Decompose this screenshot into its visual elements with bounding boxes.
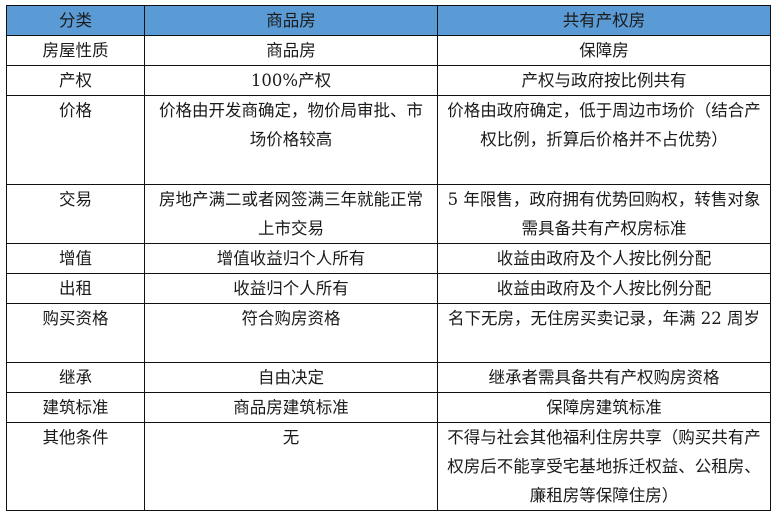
shared-cell: 保障房建筑标准 — [437, 392, 771, 423]
header-category: 分类 — [6, 5, 145, 36]
table-row: 房屋性质 商品房 保障房 — [6, 35, 771, 66]
table-row: 其他条件 无 不得与社会其他福利住房共享（购买共有产权房后不能享受宅基地拆迁权益… — [6, 422, 771, 511]
table-row: 继承 自由决定 继承者需具备共有产权购房资格 — [6, 362, 771, 393]
row-category: 房屋性质 — [6, 35, 145, 66]
shared-cell: 产权与政府按比例共有 — [437, 65, 771, 96]
table-header: 分类 商品房 共有产权房 — [6, 5, 771, 36]
table-body: 房屋性质 商品房 保障房 产权 100%产权 产权与政府按比例共有 价格 价格由… — [6, 35, 771, 511]
shared-cell: 5 年限售，政府拥有优势回购权，转售对象需具备共有产权房标准 — [437, 184, 771, 244]
shared-cell: 价格由政府确定，低于周边市场价（结合产权比例，折算后价格并不占优势） — [437, 95, 771, 185]
header-shared-ownership-housing: 共有产权房 — [437, 5, 771, 36]
commercial-cell: 收益归个人所有 — [144, 273, 438, 304]
commercial-cell: 商品房建筑标准 — [144, 392, 438, 423]
commercial-cell: 100%产权 — [144, 65, 438, 96]
shared-cell: 保障房 — [437, 35, 771, 66]
table-row: 增值 增值收益归个人所有 收益由政府及个人按比例分配 — [6, 243, 771, 274]
row-category: 价格 — [6, 95, 145, 185]
shared-cell: 继承者需具备共有产权购房资格 — [437, 362, 771, 393]
row-category: 增值 — [6, 243, 145, 274]
commercial-cell: 商品房 — [144, 35, 438, 66]
shared-cell: 名下无房，无住房买卖记录，年满 22 周岁 — [437, 303, 771, 363]
table-row: 建筑标准 商品房建筑标准 保障房建筑标准 — [6, 392, 771, 423]
commercial-cell: 无 — [144, 422, 438, 511]
comparison-table: 分类 商品房 共有产权房 房屋性质 商品房 保障房 产权 100%产权 产权与政… — [6, 5, 771, 511]
commercial-cell: 房地产满二或者网签满三年就能正常上市交易 — [144, 184, 438, 244]
shared-cell: 收益由政府及个人按比例分配 — [437, 243, 771, 274]
row-category: 建筑标准 — [6, 392, 145, 423]
table-row: 购买资格 符合购房资格 名下无房，无住房买卖记录，年满 22 周岁 — [6, 303, 771, 363]
commercial-cell: 自由决定 — [144, 362, 438, 393]
row-category: 继承 — [6, 362, 145, 393]
header-row: 分类 商品房 共有产权房 — [6, 5, 771, 36]
row-category: 产权 — [6, 65, 145, 96]
commercial-cell: 增值收益归个人所有 — [144, 243, 438, 274]
table-row: 交易 房地产满二或者网签满三年就能正常上市交易 5 年限售，政府拥有优势回购权，… — [6, 184, 771, 244]
row-category: 出租 — [6, 273, 145, 304]
shared-cell: 收益由政府及个人按比例分配 — [437, 273, 771, 304]
commercial-cell: 符合购房资格 — [144, 303, 438, 363]
row-category: 购买资格 — [6, 303, 145, 363]
row-category: 交易 — [6, 184, 145, 244]
header-commercial-housing: 商品房 — [144, 5, 438, 36]
table-row: 产权 100%产权 产权与政府按比例共有 — [6, 65, 771, 96]
shared-cell: 不得与社会其他福利住房共享（购买共有产权房后不能享受宅基地拆迁权益、公租房、廉租… — [437, 422, 771, 511]
commercial-cell: 价格由开发商确定，物价局审批、市场价格较高 — [144, 95, 438, 185]
table-row: 价格 价格由开发商确定，物价局审批、市场价格较高 价格由政府确定，低于周边市场价… — [6, 95, 771, 185]
table-row: 出租 收益归个人所有 收益由政府及个人按比例分配 — [6, 273, 771, 304]
row-category: 其他条件 — [6, 422, 145, 511]
